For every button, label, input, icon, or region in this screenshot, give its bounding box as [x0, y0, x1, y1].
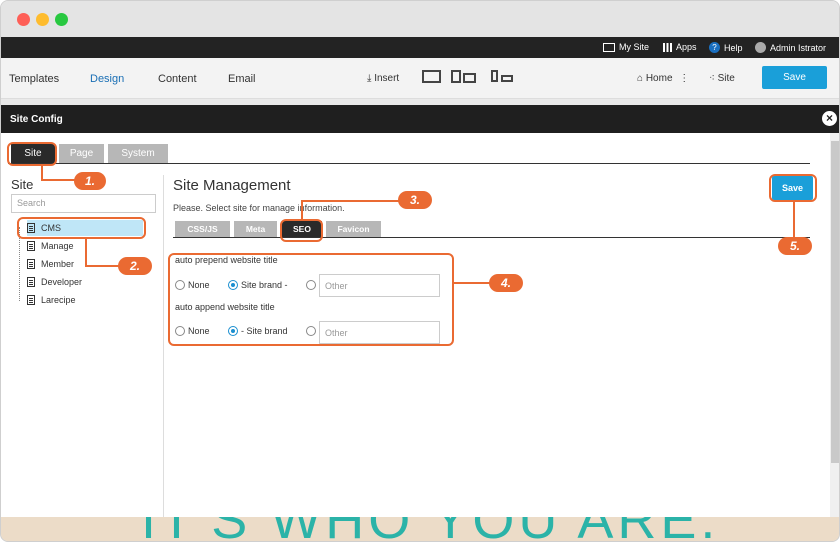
insert-button[interactable]: ⤓ Insert	[367, 73, 399, 84]
desktop-view-icon[interactable]	[422, 70, 441, 86]
sidebar-item-developer[interactable]: Developer	[27, 274, 82, 290]
close-window-button[interactable]	[17, 13, 30, 26]
hero-text: IT'S WHO YOU ARE.	[141, 517, 719, 541]
menu-templates[interactable]: Templates	[9, 73, 59, 85]
document-icon	[27, 259, 35, 269]
sidebar-item-manage[interactable]: Manage	[27, 238, 74, 254]
tab-meta[interactable]: Meta	[234, 221, 277, 237]
apps-link[interactable]: Apps	[663, 42, 697, 52]
subtab-divider	[173, 237, 810, 238]
callout-line-4	[453, 282, 490, 284]
user-menu[interactable]: Admin Istrator	[755, 42, 826, 53]
search-input[interactable]: Search	[11, 194, 156, 213]
browser-window: My Site Apps ? Help Admin Istrator Templ…	[0, 0, 840, 542]
menu-email[interactable]: Email	[228, 73, 256, 85]
modal-title: Site Config	[1, 105, 839, 133]
tab-system[interactable]: System	[108, 144, 168, 163]
callout-badge-5: 5.	[778, 237, 812, 255]
menu-content[interactable]: Content	[158, 73, 197, 85]
callout-box-5	[769, 174, 817, 202]
home-link[interactable]: ⌂ Home ⋮	[637, 73, 689, 84]
download-icon: ⤓	[367, 73, 372, 84]
page-background-preview: IT'S WHO YOU ARE.	[1, 517, 839, 541]
help-link[interactable]: ? Help	[709, 42, 743, 53]
tab-page[interactable]: Page	[59, 144, 104, 163]
callout-badge-3: 3.	[398, 191, 432, 209]
minimize-window-button[interactable]	[36, 13, 49, 26]
callout-box-1	[7, 142, 57, 166]
help-icon: ?	[709, 42, 720, 53]
page-subtitle: Please. Select site for manage informati…	[173, 203, 345, 213]
document-icon	[27, 277, 35, 287]
callout-box-4	[168, 253, 454, 346]
callout-badge-2: 2.	[118, 257, 152, 275]
panel-divider	[163, 175, 164, 517]
avatar	[755, 42, 766, 53]
kebab-icon: ⋮	[679, 73, 690, 84]
callout-line-3	[301, 200, 303, 220]
tab-css-js[interactable]: CSS/JS	[175, 221, 230, 237]
page-title: Site Management	[173, 177, 291, 194]
tablet-view-icon[interactable]	[451, 70, 476, 86]
sidebar-item-larecipe[interactable]: Larecipe	[27, 292, 76, 308]
editor-menubar: Templates Design Content Email ⤓ Insert …	[1, 58, 839, 99]
home-icon: ⌂	[637, 73, 644, 84]
site-link[interactable]: ⁖ Site	[709, 73, 735, 84]
document-icon	[27, 295, 35, 305]
callout-line-2	[85, 239, 87, 266]
callout-line-3b	[301, 200, 399, 202]
tab-favicon[interactable]: Favicon	[326, 221, 381, 237]
share-icon: ⁖	[709, 73, 715, 84]
scrollbar-thumb[interactable]	[831, 141, 839, 463]
callout-box-3	[280, 219, 323, 242]
document-icon	[27, 241, 35, 251]
menu-design[interactable]: Design	[90, 73, 124, 85]
callout-line-1b	[41, 179, 75, 181]
grid-icon	[663, 42, 672, 52]
top-admin-bar: My Site Apps ? Help Admin Istrator	[1, 37, 839, 58]
window-titlebar	[1, 1, 839, 37]
sidebar-title: Site	[11, 177, 34, 192]
callout-line-2b	[85, 265, 119, 267]
tab-divider	[8, 163, 810, 164]
close-icon[interactable]: ×	[822, 111, 837, 126]
callout-box-2	[17, 217, 146, 239]
mobile-view-icon[interactable]	[491, 70, 513, 85]
callout-badge-4: 4.	[489, 274, 523, 292]
my-site-link[interactable]: My Site	[603, 42, 649, 52]
callout-badge-1: 1.	[74, 172, 106, 190]
editor-save-button[interactable]: Save	[762, 66, 827, 89]
monitor-icon	[603, 42, 615, 52]
maximize-window-button[interactable]	[55, 13, 68, 26]
callout-line-5	[793, 202, 795, 237]
sidebar-item-member[interactable]: Member	[27, 256, 74, 272]
callout-line-1	[41, 166, 43, 180]
